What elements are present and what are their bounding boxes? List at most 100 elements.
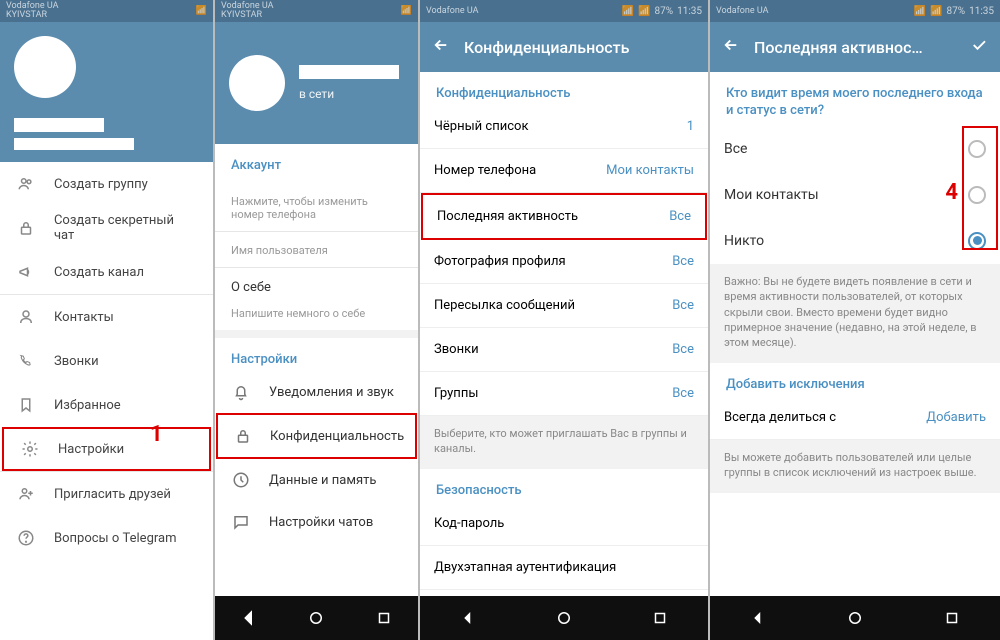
- bell-icon: [231, 383, 251, 401]
- avatar: [14, 36, 76, 98]
- row-label: Номер телефона: [434, 163, 536, 178]
- android-nav-bar: [710, 596, 1000, 640]
- radio-icon: [968, 186, 986, 204]
- phone-icon: [16, 352, 36, 370]
- settings-profile-header[interactable]: в сети: [215, 22, 418, 144]
- nav-home[interactable]: [845, 608, 865, 628]
- adduser-icon: [16, 485, 36, 503]
- status-bar: Vodafone UA 📶📶87%11:35: [710, 0, 1000, 22]
- android-nav-bar: [215, 596, 418, 640]
- exceptions-note: Вы можете добавить пользователей или цел…: [710, 440, 1000, 493]
- about-hint: Напишите немного о себе: [215, 307, 418, 330]
- row-label: Всегда делиться с: [724, 410, 836, 425]
- nav-back[interactable]: [748, 608, 768, 628]
- row-chats[interactable]: Настройки чатов: [215, 501, 418, 543]
- menu-label: Создать группу: [54, 177, 148, 192]
- row-label: Данные и память: [269, 473, 376, 488]
- section-settings: Настройки: [215, 338, 418, 371]
- row-label: Пересылка сообщений: [434, 298, 575, 313]
- row-2fa[interactable]: Двухэтапная аутентификация: [420, 546, 708, 590]
- row-value: Все: [672, 298, 694, 313]
- menu-contacts[interactable]: Контакты: [0, 295, 213, 339]
- row-label: Конфиденциальность: [270, 429, 404, 444]
- menu-invite[interactable]: Пригласить друзей: [0, 472, 213, 516]
- nav-recent[interactable]: [374, 608, 394, 628]
- option-label: Все: [724, 141, 747, 157]
- app-bar-title: Последняя активнос…: [754, 38, 956, 57]
- row-blocklist[interactable]: Чёрный список1: [420, 105, 708, 149]
- row-label: Код-пароль: [434, 516, 504, 531]
- drawer-profile-header[interactable]: [0, 22, 213, 162]
- menu-create-group[interactable]: Создать группу: [0, 162, 213, 206]
- gear-icon: [20, 440, 40, 458]
- menu-label: Контакты: [54, 310, 114, 325]
- row-label: Фотография профиля: [434, 254, 566, 269]
- row-profile-photo[interactable]: Фотография профиля Все: [420, 240, 708, 284]
- menu-create-channel[interactable]: Создать канал: [0, 250, 213, 294]
- status-bar: Vodafone UAKYIVSTAR 📶: [0, 0, 213, 22]
- menu-label: Настройки: [58, 442, 124, 457]
- row-label: Группы: [434, 386, 478, 401]
- row-always-share[interactable]: Всегда делиться сДобавить: [710, 396, 1000, 440]
- profile-name-placeholder: [299, 65, 399, 79]
- row-groups[interactable]: Группы Все: [420, 372, 708, 416]
- account-hint: Нажмите, чтобы изменить номер телефона: [215, 193, 418, 231]
- profile-name-placeholder: [14, 118, 104, 132]
- row-privacy[interactable]: Конфиденциальность: [216, 413, 417, 459]
- section-account: Аккаунт: [215, 144, 418, 177]
- about-row[interactable]: О себе: [215, 268, 418, 307]
- nav-recent[interactable]: [650, 608, 670, 628]
- step-marker-4: 4: [945, 180, 958, 205]
- row-phonenumber[interactable]: Номер телефона Мои контакты: [420, 149, 708, 193]
- option-nobody[interactable]: Никто: [710, 218, 1000, 264]
- row-calls[interactable]: ЗвонкиВсе: [420, 328, 708, 372]
- lastseen-app-bar: Последняя активнос…: [710, 22, 1000, 72]
- wifi-icon: 📶: [196, 6, 207, 16]
- row-forwards[interactable]: Пересылка сообщений Все: [420, 284, 708, 328]
- step-marker-1: 1: [150, 422, 163, 447]
- row-label: Двухэтапная аутентификация: [434, 560, 616, 575]
- option-everybody[interactable]: Все: [710, 126, 1000, 172]
- row-value: Мои контакты: [606, 163, 694, 178]
- nav-back[interactable]: [458, 608, 478, 628]
- menu-settings[interactable]: Настройки: [2, 427, 211, 471]
- privacy-app-bar: Конфиденциальность: [420, 22, 708, 72]
- avatar: [229, 55, 285, 111]
- android-nav-bar: [420, 596, 708, 640]
- username-label[interactable]: Имя пользователя: [215, 232, 418, 267]
- option-label: Никто: [724, 233, 764, 249]
- menu-calls[interactable]: Звонки: [0, 339, 213, 383]
- wifi-icon: 📶: [622, 6, 634, 17]
- menu-secret-chat[interactable]: Создать секретный чат: [0, 206, 213, 250]
- signal-icon: 📶: [930, 6, 942, 17]
- row-data[interactable]: Данные и память: [215, 459, 418, 501]
- nav-home[interactable]: [306, 608, 326, 628]
- back-arrow-icon[interactable]: [432, 36, 450, 58]
- section-privacy: Конфиденциальность: [420, 72, 708, 105]
- back-arrow-icon[interactable]: [722, 36, 740, 58]
- profile-phone-placeholder: [14, 138, 134, 150]
- nav-home[interactable]: [554, 608, 574, 628]
- menu-label: Звонки: [54, 354, 99, 369]
- radio-icon: [968, 232, 986, 250]
- menu-label: Избранное: [54, 398, 121, 413]
- lastseen-note: Важно: Вы не будете видеть появление в с…: [710, 264, 1000, 363]
- row-last-seen[interactable]: Последняя активностьВсе: [421, 193, 707, 240]
- row-value: Все: [672, 386, 694, 401]
- menu-label: Создать секретный чат: [54, 213, 197, 243]
- row-notifications[interactable]: Уведомления и звук: [215, 371, 418, 413]
- menu-saved[interactable]: Избранное: [0, 383, 213, 427]
- row-value: Все: [669, 209, 691, 224]
- nav-back[interactable]: [239, 608, 259, 628]
- wifi-icon: 📶: [401, 6, 412, 16]
- nav-recent[interactable]: [942, 608, 962, 628]
- panel-settings-main: Vodafone UAKYIVSTAR 📶 в сети Аккаунт Наж…: [215, 0, 420, 640]
- check-icon[interactable]: [970, 36, 988, 58]
- lastseen-question: Кто видит время моего последнего входа и…: [710, 72, 1000, 126]
- panel-privacy: Vodafone UA 📶📶87%11:35 Конфиденциальност…: [420, 0, 710, 640]
- row-value: Все: [672, 254, 694, 269]
- menu-faq[interactable]: Вопросы о Telegram: [0, 516, 213, 560]
- row-value: Все: [672, 342, 694, 357]
- row-passcode[interactable]: Код-пароль: [420, 502, 708, 546]
- chat-icon: [231, 513, 251, 531]
